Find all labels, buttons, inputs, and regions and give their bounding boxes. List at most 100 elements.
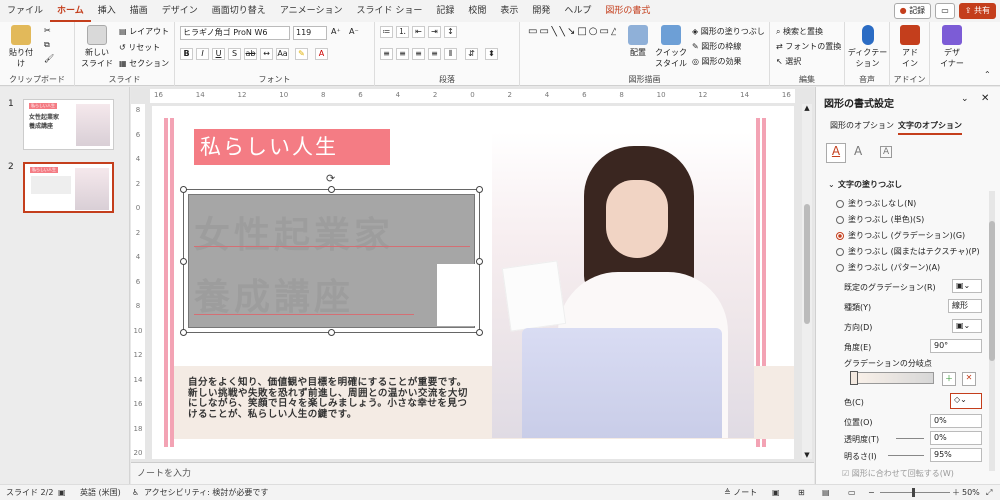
color-picker-button[interactable]: ◇⌄ — [950, 393, 982, 409]
font-replace-button[interactable]: ⇄ フォントの置換 — [776, 41, 841, 52]
justify-icon[interactable]: ≡ — [428, 48, 441, 60]
italic-icon[interactable]: I — [196, 48, 209, 60]
tab-text-options[interactable]: 文字のオプション — [898, 120, 962, 135]
decrease-indent-icon[interactable]: ⇤ — [412, 26, 425, 38]
textbox-icon[interactable]: A — [880, 146, 893, 158]
body-text[interactable]: 自分をよく知り、価値観や目標を明確にすることが重要です。新しい挑戦や失敗を恐れず… — [188, 377, 474, 420]
underline-icon[interactable]: U — [212, 48, 225, 60]
zoom-in-icon[interactable]: ＋ — [952, 485, 960, 500]
collapse-ribbon-icon[interactable]: ⌃ — [984, 70, 991, 79]
radio-pattern-fill[interactable] — [836, 263, 844, 272]
copy-icon[interactable]: ⧉ — [44, 40, 50, 50]
language-indicator[interactable]: 英語 (米国) — [80, 485, 121, 500]
rotate-handle-icon[interactable]: ⟳ — [326, 172, 335, 185]
zoom-slider-thumb[interactable] — [912, 488, 915, 497]
pane-scrollbar[interactable] — [989, 191, 995, 471]
handle-mr[interactable] — [476, 258, 483, 265]
paste-button[interactable]: 貼り付け — [6, 25, 36, 69]
layout-button[interactable]: ▤ レイアウト — [119, 26, 169, 37]
gradient-stop-handle[interactable] — [850, 371, 858, 385]
transparency-slider[interactable] — [896, 438, 924, 439]
addins-button[interactable]: アド イン — [894, 25, 926, 69]
font-size-select[interactable]: 119 — [293, 26, 327, 40]
selection-handles[interactable]: ⟳ — [180, 172, 483, 336]
case-icon[interactable]: Aa — [276, 48, 289, 60]
text-fill-outline-icon[interactable]: A — [826, 143, 846, 163]
normal-view-icon[interactable]: ▣ — [772, 485, 780, 500]
slide[interactable]: 私らしい人生 女性起業家 養成講座 ⟳ 自分をよく知り、価値観や目標を明確にする… — [152, 106, 794, 459]
tab-developer[interactable]: 開発 — [525, 0, 557, 22]
radio-solid-fill[interactable] — [836, 215, 844, 224]
shadow-icon[interactable]: S — [228, 48, 241, 60]
columns-icon[interactable]: ⫴ — [444, 48, 457, 60]
radio-picture-fill[interactable] — [836, 247, 844, 256]
align-center-icon[interactable]: ≡ — [396, 48, 409, 60]
brightness-spinner[interactable]: 95% — [930, 448, 982, 462]
handle-ml[interactable] — [180, 258, 187, 265]
pane-collapse-icon[interactable]: ⌄ — [961, 94, 969, 104]
remove-stop-icon[interactable]: ✕ — [962, 372, 976, 386]
share-button[interactable]: ⇪ 共有 — [958, 3, 996, 19]
tab-transitions[interactable]: 画面切り替え — [205, 0, 273, 22]
radio-no-fill[interactable] — [836, 199, 844, 208]
tab-design[interactable]: デザイン — [155, 0, 205, 22]
arrange-button[interactable]: 配置 — [624, 25, 652, 58]
select-button[interactable]: ↖ 選択 — [776, 56, 801, 67]
option-no-fill[interactable]: 塗りつぶしなし(N) — [836, 198, 916, 209]
tab-record[interactable]: 記録 — [429, 0, 461, 22]
tab-insert[interactable]: 挿入 — [91, 0, 123, 22]
bullets-icon[interactable]: ≔ — [380, 26, 393, 38]
tab-help[interactable]: ヘルプ — [557, 0, 598, 22]
find-replace-button[interactable]: ⌕ 検索と置換 — [776, 26, 823, 37]
line-spacing-icon[interactable]: ↕ — [444, 26, 457, 38]
shape-effect-button[interactable]: ◎ 図形の効果 — [692, 56, 742, 67]
dictation-button[interactable]: ディクテー ション — [847, 25, 888, 69]
tab-slideshow[interactable]: スライド ショー — [349, 0, 429, 22]
zoom-out-icon[interactable]: − — [868, 485, 875, 500]
transparency-spinner[interactable]: 0% — [930, 431, 982, 445]
section-button[interactable]: ▦ セクション — [119, 58, 169, 69]
option-pattern-fill[interactable]: 塗りつぶし (パターン)(A) — [836, 262, 940, 273]
grow-font-icon[interactable]: A⁺ — [331, 27, 341, 36]
slide-thumbnail-1[interactable]: 私らしい人生 女性起業家 養成講座 — [23, 99, 114, 150]
notes-pane[interactable]: ノートを入力 — [131, 462, 814, 484]
slideshow-view-icon[interactable]: ▭ — [848, 485, 856, 500]
header-box[interactable]: 私らしい人生 — [194, 129, 390, 165]
tab-file[interactable]: ファイル — [0, 0, 50, 22]
position-spinner[interactable]: 0% — [930, 414, 982, 428]
cut-icon[interactable]: ✂ — [44, 26, 51, 35]
scroll-up-icon[interactable]: ▲ — [802, 104, 812, 112]
tab-shape-options[interactable]: 図形のオプション — [830, 120, 894, 131]
numbering-icon[interactable]: ⒈ — [396, 26, 409, 38]
rotate-with-shape-checkbox[interactable]: ☑ 図形に合わせて回転する(W) — [842, 468, 954, 479]
accessibility-icon[interactable]: ♿ — [132, 485, 139, 500]
spacing-icon[interactable]: ↔ — [260, 48, 273, 60]
quick-style-button[interactable]: クイック スタイル — [654, 25, 688, 69]
handle-bl[interactable] — [180, 329, 187, 336]
font-name-select[interactable]: ヒラギノ角ゴ ProN W6 — [180, 26, 290, 40]
tab-home[interactable]: ホーム — [50, 0, 91, 22]
align-left-icon[interactable]: ≡ — [380, 48, 393, 60]
vertical-scrollbar[interactable]: ▲ ▼ — [802, 104, 812, 459]
option-gradient-fill[interactable]: 塗りつぶし (グラデーション)(G) — [836, 230, 965, 241]
text-direction-icon[interactable]: ⇵ — [465, 48, 478, 60]
highlight-icon[interactable]: ✎ — [295, 48, 308, 60]
new-slide-button[interactable]: 新しい スライド — [79, 25, 115, 69]
tab-view[interactable]: 表示 — [493, 0, 525, 22]
align-text-icon[interactable]: ⬍ — [485, 48, 498, 60]
reset-button[interactable]: ↺ リセット — [119, 42, 160, 53]
handle-tr[interactable] — [476, 186, 483, 193]
fit-slide-icon[interactable]: ⤢ — [986, 485, 992, 500]
shape-fill-button[interactable]: ◈ 図形の塗りつぶし — [692, 26, 765, 37]
strikethrough-icon[interactable]: ab — [244, 48, 257, 60]
radio-gradient-fill[interactable] — [836, 231, 844, 240]
shape-outline-button[interactable]: ✎ 図形の枠線 — [692, 41, 741, 52]
brightness-slider[interactable] — [888, 455, 924, 456]
comment-button[interactable]: ▭ — [935, 3, 955, 19]
shapes-gallery[interactable]: ▭▭╲╲↘□○▭△╲⌐⌐▭↗⬠⬡◇◁△▷ — [528, 26, 616, 62]
font-color-icon[interactable]: A — [315, 48, 328, 60]
section-text-fill[interactable]: 文字の塗りつぶし — [838, 179, 902, 190]
direction-button[interactable]: ▣⌄ — [952, 319, 982, 333]
shrink-font-icon[interactable]: A⁻ — [349, 27, 359, 36]
scroll-thumb[interactable] — [804, 204, 810, 324]
